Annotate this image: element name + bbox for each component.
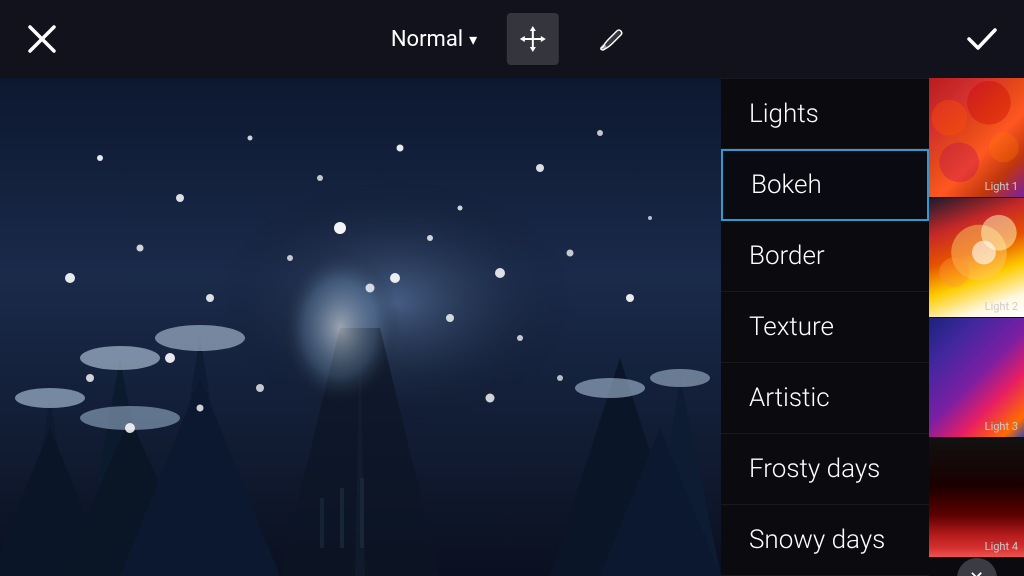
- close-button[interactable]: [20, 17, 64, 61]
- mode-label: Normal: [391, 27, 463, 52]
- thumbnails-close-button[interactable]: ✕: [929, 558, 1024, 576]
- thumbnail-3[interactable]: Light 3: [929, 318, 1024, 438]
- menu-item-border[interactable]: Border: [721, 221, 929, 292]
- menu-item-texture[interactable]: Texture: [721, 292, 929, 363]
- photo-area: [0, 78, 721, 576]
- menu-item-label-frosty: Frosty days: [749, 454, 880, 484]
- main-content: Lights Bokeh Border Texture Artistic Frosty d…: [0, 78, 1024, 576]
- mode-selector[interactable]: Normal ▾: [391, 27, 477, 52]
- photo-background: [0, 78, 721, 576]
- thumbnail-label-1: Light 1: [985, 180, 1018, 193]
- close-circle-icon: ✕: [957, 558, 997, 576]
- menu-item-bokeh[interactable]: Bokeh: [721, 149, 929, 220]
- thumbnail-label-4: Light 4: [985, 540, 1018, 553]
- sidebar: Lights Bokeh Border Texture Artistic Frosty d…: [721, 78, 1024, 576]
- thumbnail-1[interactable]: Light 1: [929, 78, 1024, 198]
- menu-item-label-border: Border: [749, 241, 825, 271]
- thumbnail-2[interactable]: Light 2: [929, 198, 1024, 318]
- confirm-button[interactable]: [960, 17, 1004, 61]
- menu-item-snowy[interactable]: Snowy days: [721, 505, 929, 576]
- app: Normal ▾: [0, 0, 1024, 576]
- menu-item-label-texture: Texture: [749, 312, 834, 342]
- top-bar-left: [20, 17, 64, 61]
- thumbnail-label-3: Light 3: [985, 420, 1018, 433]
- menu-item-artistic[interactable]: Artistic: [721, 363, 929, 434]
- menu-item-label-lights: Lights: [749, 99, 819, 129]
- menu-item-label-snowy: Snowy days: [749, 525, 885, 555]
- thumbnail-label-2: Light 2: [985, 300, 1018, 313]
- menu-item-frosty[interactable]: Frosty days: [721, 434, 929, 505]
- chevron-down-icon: ▾: [469, 30, 477, 49]
- thumbnails-panel: Light 1 Light 2 Light 3 Light 4 ✕: [929, 78, 1024, 576]
- brush-button[interactable]: [589, 17, 633, 61]
- top-bar: Normal ▾: [0, 0, 1024, 78]
- menu-item-label-artistic: Artistic: [749, 383, 830, 413]
- move-button[interactable]: [507, 13, 559, 65]
- menu-list: Lights Bokeh Border Texture Artistic Frosty d…: [721, 78, 929, 576]
- top-bar-center: Normal ▾: [391, 13, 633, 65]
- menu-item-lights[interactable]: Lights: [721, 78, 929, 149]
- thumbnail-4[interactable]: Light 4: [929, 438, 1024, 558]
- menu-item-label-bokeh: Bokeh: [751, 170, 822, 200]
